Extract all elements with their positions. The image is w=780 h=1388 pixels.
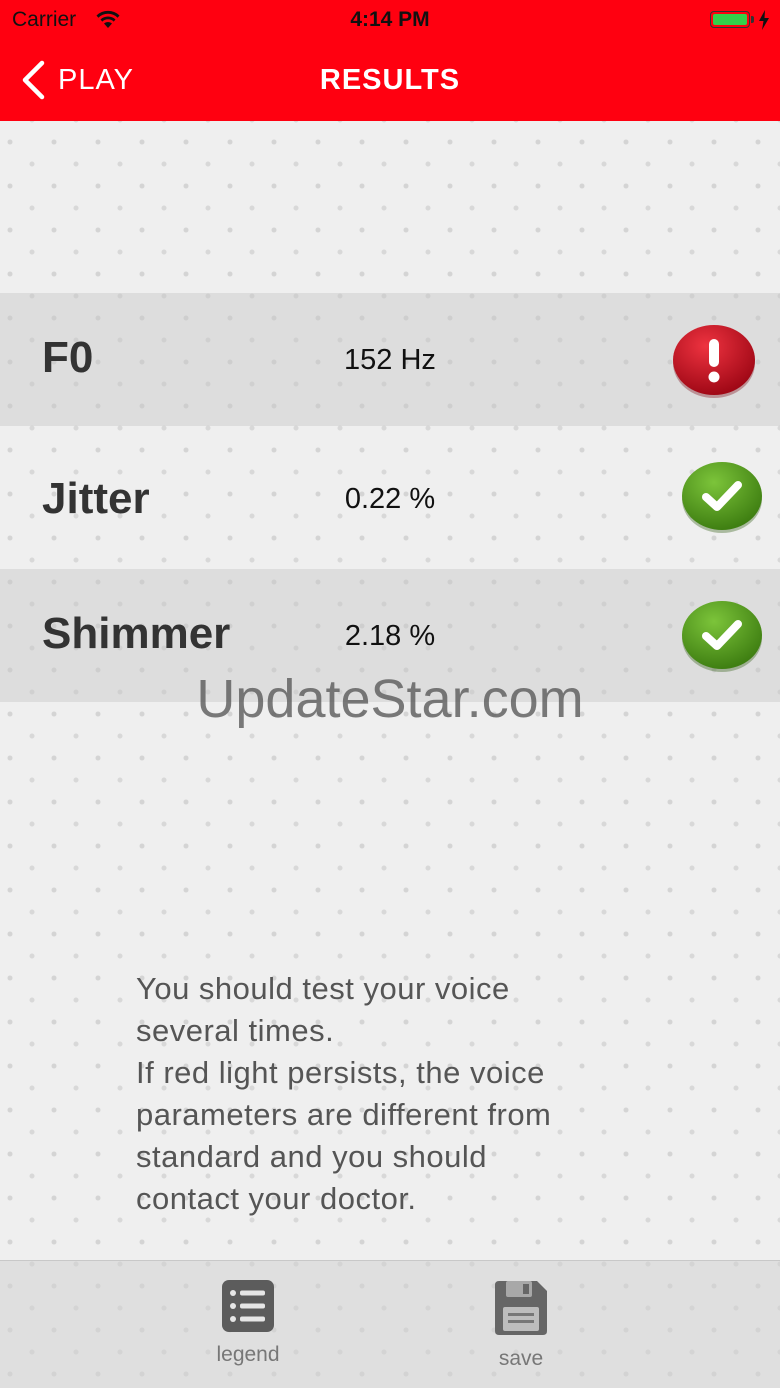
result-value: 0.22 % (344, 483, 436, 515)
charging-bolt-icon (759, 10, 769, 30)
result-value: 2.18 % (344, 620, 436, 652)
battery-icon (710, 11, 750, 28)
tab-bar: legend save (0, 1260, 780, 1388)
save-button[interactable]: save (461, 1279, 581, 1371)
checkmark-icon (682, 462, 762, 533)
result-row-jitter: Jitter 0.22 % (0, 426, 780, 569)
result-row-f0: F0 152 Hz (0, 293, 780, 426)
info-line: contact your doctor. (136, 1181, 417, 1216)
status-bar: Carrier 4:14 PM (0, 0, 780, 40)
watermark: UpdateStar.com (196, 669, 584, 729)
battery-cap (751, 16, 754, 23)
info-line: You should test your voice (136, 971, 510, 1006)
list-icon (222, 1280, 274, 1332)
result-label: Shimmer (42, 609, 231, 658)
info-line: parameters are different from (136, 1097, 552, 1132)
result-label: Jitter (42, 474, 150, 523)
battery-level (713, 14, 747, 25)
clock-time: 4:14 PM (350, 8, 430, 31)
info-line: standard and you should (136, 1139, 488, 1174)
exclamation-icon (673, 325, 755, 398)
checkmark-icon (682, 601, 762, 672)
page-title: RESULTS (319, 64, 461, 96)
save-label: save (498, 1347, 544, 1370)
legend-button[interactable]: legend (188, 1279, 308, 1367)
result-value: 152 Hz (344, 344, 436, 376)
floppy-disk-icon (495, 1281, 547, 1335)
result-label: F0 (42, 333, 94, 382)
info-line: several times. (136, 1013, 335, 1048)
info-line: If red light persists, the voice (136, 1055, 545, 1090)
info-text: You should test your voice several times… (136, 968, 696, 1220)
navigation-bar: PLAY RESULTS (0, 40, 780, 121)
legend-label: legend (216, 1343, 280, 1366)
